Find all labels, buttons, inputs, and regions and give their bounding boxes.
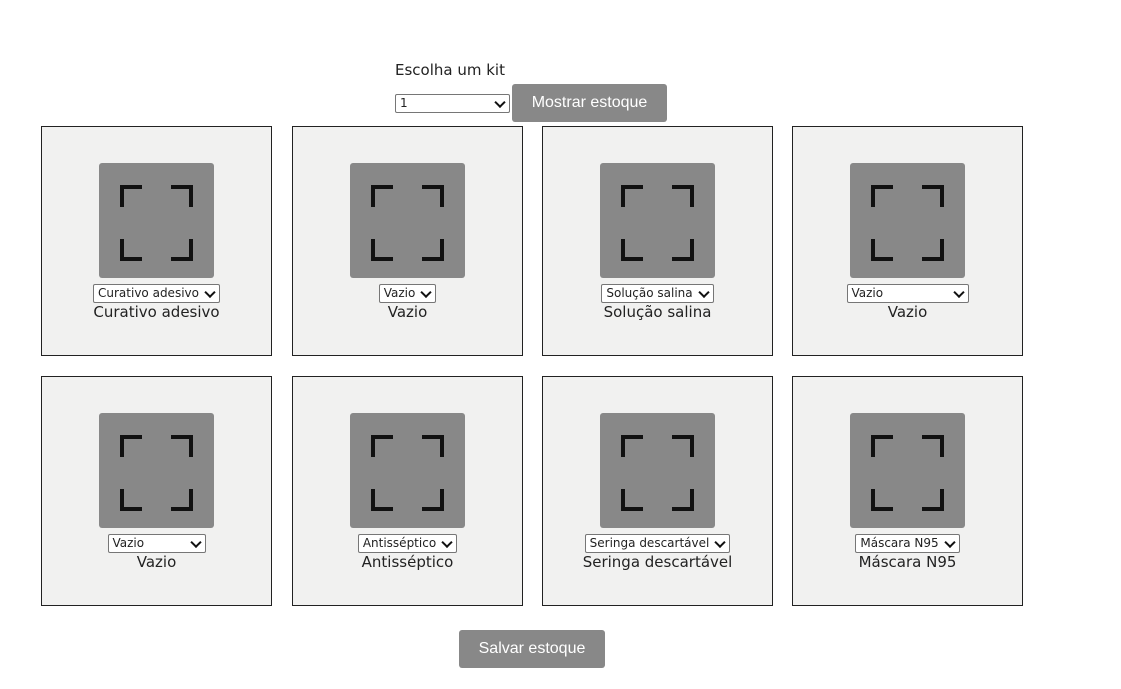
slot-select[interactable]: Máscara N95 [855, 534, 960, 553]
image-placeholder-icon[interactable] [850, 163, 965, 278]
slot-name: Antisséptico [361, 553, 454, 571]
slot-card: Curativo adesivo Curativo adesivo [41, 126, 272, 356]
chevron-down-icon [189, 536, 202, 548]
show-stock-button[interactable]: Mostrar estoque [512, 84, 667, 122]
image-placeholder-icon[interactable] [600, 413, 715, 528]
slot-card: Vazio Vazio [292, 126, 523, 356]
slot-select[interactable]: Solução salina [601, 284, 714, 303]
slot-select-value: Vazio [383, 286, 416, 300]
kit-label: Escolha um kit [395, 61, 505, 79]
slot-name: Vazio [136, 553, 177, 571]
slot-select[interactable]: Vazio [846, 284, 969, 303]
slot-select[interactable]: Vazio [107, 534, 206, 553]
slot-card: Antisséptico Antisséptico [292, 376, 523, 606]
slot-name: Máscara N95 [858, 553, 957, 571]
chevron-down-icon [697, 286, 710, 298]
slot-select[interactable]: Antisséptico [357, 534, 458, 553]
slot-select-value: Vazio [851, 286, 884, 300]
kit-select[interactable]: 1 [395, 94, 510, 113]
save-stock-button[interactable]: Salvar estoque [459, 630, 605, 668]
slot-select-value: Antisséptico [362, 536, 437, 550]
slot-card: Máscara N95 Máscara N95 [792, 376, 1023, 606]
slot-card: Vazio Vazio [792, 126, 1023, 356]
image-placeholder-icon[interactable] [350, 163, 465, 278]
slot-name: Seringa descartável [582, 553, 733, 571]
kit-select-value: 1 [400, 96, 408, 110]
image-placeholder-icon[interactable] [350, 413, 465, 528]
slot-select[interactable]: Curativo adesivo [93, 284, 220, 303]
chevron-down-icon [943, 536, 956, 548]
image-placeholder-icon[interactable] [600, 163, 715, 278]
stock-page: Escolha um kit 1 Mostrar estoque Curativ… [0, 0, 1121, 689]
slot-select-value: Curativo adesivo [98, 286, 199, 300]
slot-select-value: Seringa descartável [589, 536, 710, 550]
chevron-down-icon [494, 96, 506, 108]
chevron-down-icon [204, 286, 216, 298]
chevron-down-icon [714, 536, 726, 548]
slot-card: Seringa descartável Seringa descartável [542, 376, 773, 606]
slot-card: Solução salina Solução salina [542, 126, 773, 356]
chevron-down-icon [420, 286, 432, 298]
chevron-down-icon [952, 286, 965, 298]
slot-card: Vazio Vazio [41, 376, 272, 606]
slot-name: Vazio [887, 303, 928, 321]
slot-name: Curativo adesivo [93, 303, 220, 321]
slot-select[interactable]: Vazio [378, 284, 437, 303]
image-placeholder-icon[interactable] [99, 413, 214, 528]
slot-name: Solução salina [603, 303, 712, 321]
slot-select-value: Máscara N95 [860, 536, 939, 550]
chevron-down-icon [441, 536, 453, 548]
image-placeholder-icon[interactable] [99, 163, 214, 278]
slot-name: Vazio [387, 303, 428, 321]
slot-select-value: Vazio [112, 536, 145, 550]
slot-select-value: Solução salina [606, 286, 693, 300]
image-placeholder-icon[interactable] [850, 413, 965, 528]
slot-select[interactable]: Seringa descartável [584, 534, 731, 553]
